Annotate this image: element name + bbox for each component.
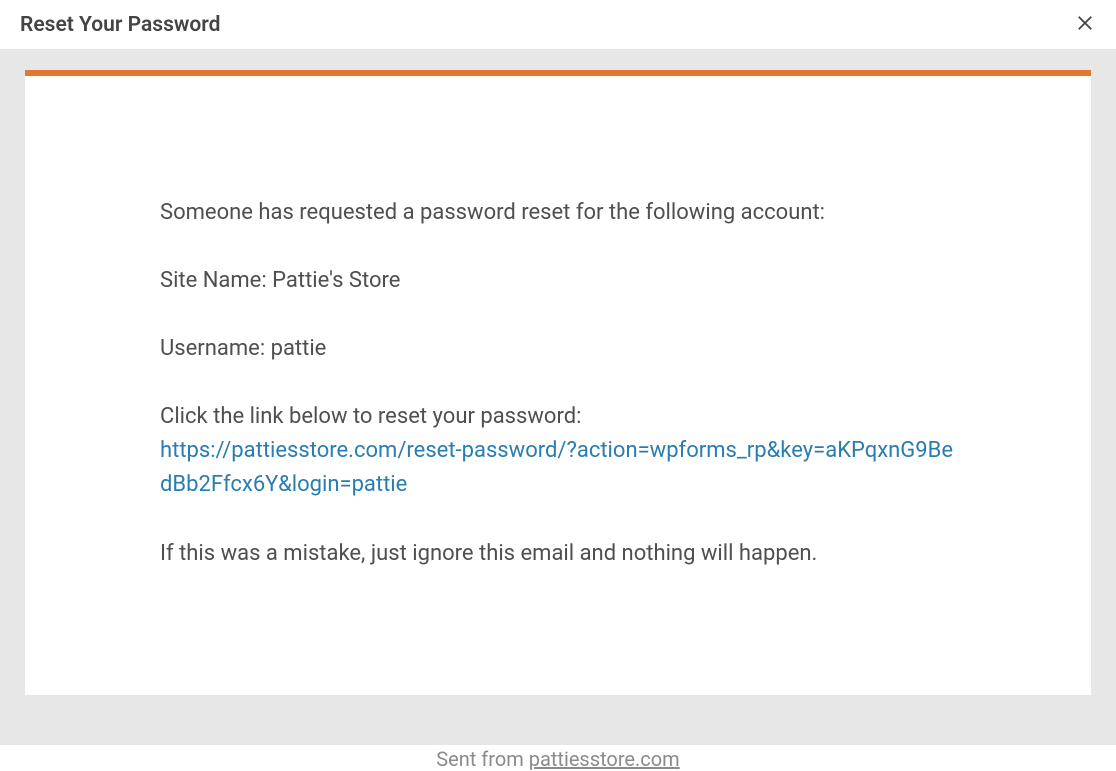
email-footer: Sent from pattiesstore.com xyxy=(25,747,1091,771)
email-mistake-note: If this was a mistake, just ignore this … xyxy=(160,537,956,571)
sent-from-domain-link[interactable]: pattiesstore.com xyxy=(529,747,680,771)
email-intro: Someone has requested a password reset f… xyxy=(160,196,956,230)
email-card: Someone has requested a password reset f… xyxy=(25,70,1091,695)
email-reset-link-wrapper: https://pattiesstore.com/reset-password/… xyxy=(160,434,956,502)
close-icon xyxy=(1074,12,1096,37)
email-content: Someone has requested a password reset f… xyxy=(160,196,956,571)
modal-body: Someone has requested a password reset f… xyxy=(0,50,1116,745)
sent-from-label: Sent from xyxy=(436,747,528,771)
email-site-name: Site Name: Pattie's Store xyxy=(160,264,956,298)
email-username: Username: pattie xyxy=(160,332,956,366)
close-button[interactable] xyxy=(1074,12,1096,37)
email-click-instruction: Click the link below to reset your passw… xyxy=(160,400,956,434)
modal-header: Reset Your Password xyxy=(0,0,1116,50)
reset-password-link[interactable]: https://pattiesstore.com/reset-password/… xyxy=(160,438,953,497)
modal-title: Reset Your Password xyxy=(20,13,220,37)
